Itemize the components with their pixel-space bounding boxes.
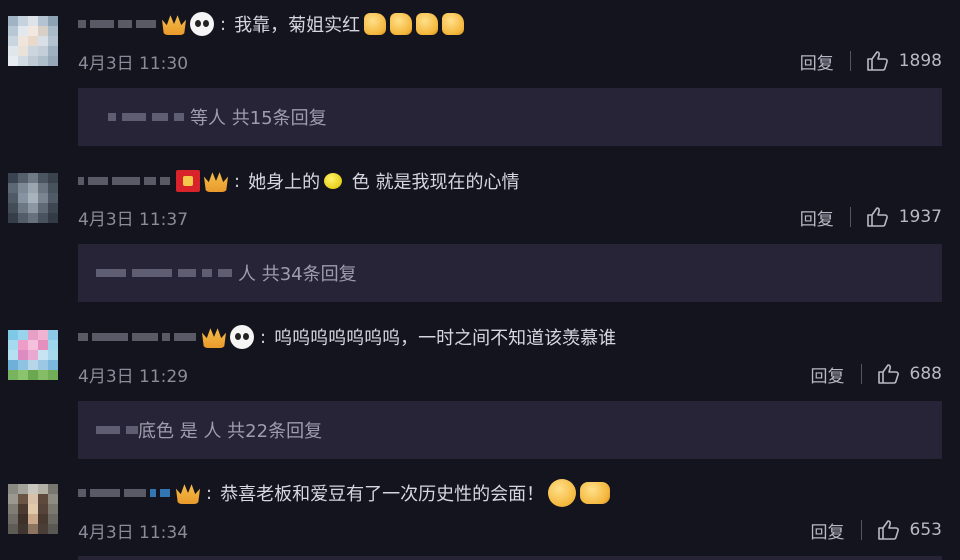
comment-date: 4月3日 11:37 <box>78 209 189 230</box>
comment-meta: 4月3日 11:34 回复 653 <box>78 516 942 544</box>
replies-summary[interactable]: 人 共34条回复 <box>78 244 942 302</box>
avatar[interactable] <box>8 173 58 223</box>
crown-badge-icon <box>176 484 200 504</box>
reply-button[interactable]: 回复 <box>811 362 845 387</box>
comment-header: : 呜呜呜呜呜呜呜，一时之间不知道该羡慕谁 <box>78 323 616 351</box>
colon-separator: : <box>260 326 267 348</box>
comment-date: 4月3日 11:34 <box>78 522 189 543</box>
like-button[interactable]: 653 <box>877 520 942 540</box>
crown-badge-icon <box>204 172 228 192</box>
replier-names-blurred <box>96 426 138 434</box>
divider <box>860 520 862 540</box>
like-button[interactable]: 1898 <box>866 51 942 71</box>
reply-button[interactable]: 回复 <box>800 49 834 74</box>
replier-names-blurred <box>96 269 232 277</box>
thumbs-up-icon <box>866 51 888 71</box>
comment-date: 4月3日 11:29 <box>78 366 189 387</box>
thumbs-up-icon <box>390 13 413 35</box>
divider <box>849 51 851 71</box>
divider <box>849 207 851 227</box>
reply-button[interactable]: 回复 <box>811 518 845 543</box>
like-count: 688 <box>909 364 942 384</box>
thumbs-up-icon <box>364 13 387 35</box>
replies-summary-text: 底色 是 人 共22条回复 <box>138 421 323 442</box>
colon-separator: : <box>220 13 227 35</box>
comment-text: 恭喜老板和爱豆有了一次历史性的会面！ <box>220 479 611 507</box>
avatar[interactable] <box>8 16 58 66</box>
replies-summary-text: 人 共34条回复 <box>238 264 357 285</box>
like-button[interactable]: 1937 <box>866 207 942 227</box>
replier-names-blurred <box>108 113 184 121</box>
thumbs-up-icon <box>877 364 899 384</box>
blushing-face-icon <box>548 479 577 507</box>
like-count: 1937 <box>898 207 942 227</box>
divider <box>860 364 862 384</box>
username-blurred[interactable] <box>78 333 196 341</box>
replies-summary[interactable]: 等人 共15条回复 <box>78 88 942 146</box>
red-envelope-badge-icon <box>176 170 200 192</box>
crown-badge-icon <box>162 15 186 35</box>
comment-date: 4月3日 11:30 <box>78 53 189 74</box>
like-button[interactable]: 688 <box>877 364 942 384</box>
comment-text: 我靠，菊姐实红 <box>234 11 465 37</box>
replies-summary[interactable]: 底色 是 人 共22条回复 <box>78 401 942 459</box>
comment-header: : 她身上的 色 就是我现在的心情 <box>78 167 520 195</box>
comment-meta: 4月3日 11:37 回复 1937 <box>78 203 942 231</box>
replies-summary-partial[interactable] <box>78 556 942 560</box>
avatar[interactable] <box>8 484 58 534</box>
avatar[interactable] <box>8 330 58 380</box>
username-blurred[interactable] <box>78 20 156 28</box>
thumbs-up-icon <box>877 520 899 540</box>
comment-meta: 4月3日 11:30 回复 1898 <box>78 47 942 75</box>
replies-summary-text: 等人 共15条回复 <box>190 108 327 129</box>
panda-badge-icon <box>230 325 254 349</box>
panda-badge-icon <box>190 12 214 36</box>
comment-header: : 恭喜老板和爱豆有了一次历史性的会面！ <box>78 479 611 507</box>
lemon-icon <box>324 173 343 189</box>
reply-button[interactable]: 回复 <box>800 205 834 230</box>
like-count: 653 <box>909 520 942 540</box>
comment-meta: 4月3日 11:29 回复 688 <box>78 360 942 388</box>
colon-separator: : <box>234 170 241 192</box>
thumbs-up-icon <box>442 13 465 35</box>
thumbs-up-icon <box>416 13 439 35</box>
comment-text: 她身上的 色 就是我现在的心情 <box>248 172 520 193</box>
thumbs-up-icon <box>866 207 888 227</box>
comment-header: : 我靠，菊姐实红 <box>78 10 465 38</box>
comment-text: 呜呜呜呜呜呜呜，一时之间不知道该羡慕谁 <box>274 328 617 349</box>
username-blurred[interactable] <box>78 489 170 497</box>
crown-badge-icon <box>202 328 226 348</box>
username-blurred[interactable] <box>78 177 170 185</box>
colon-separator: : <box>206 482 213 504</box>
handshake-icon <box>580 482 611 504</box>
like-count: 1898 <box>898 51 942 71</box>
